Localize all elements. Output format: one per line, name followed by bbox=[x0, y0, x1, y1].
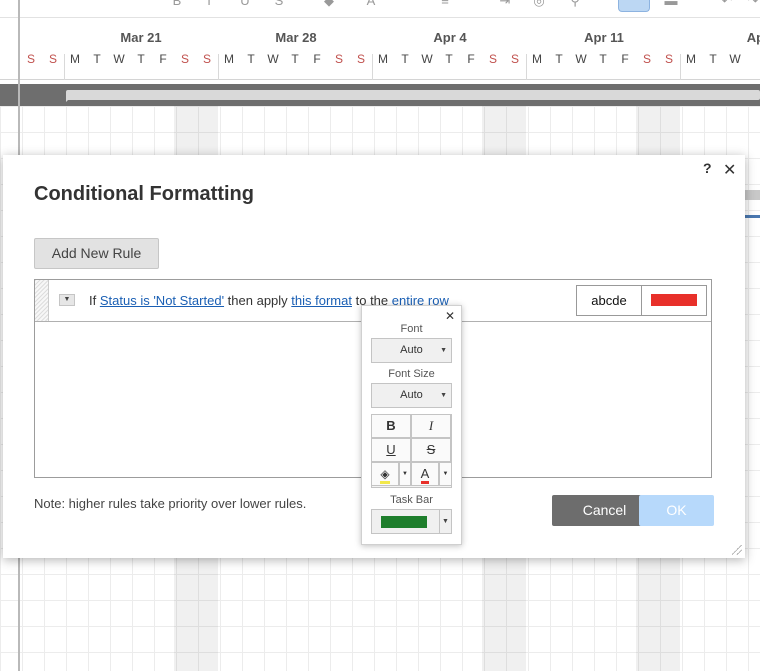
week-label: Mar 28 bbox=[275, 30, 317, 45]
format-preview: abcde bbox=[576, 285, 707, 316]
day-label: S bbox=[488, 52, 497, 66]
day-label: W bbox=[267, 52, 279, 66]
format-popup: ✕ Font Auto ▼ Font Size Auto ▼ B I U S ◈… bbox=[361, 305, 462, 545]
week-label: Apr 4 bbox=[433, 30, 467, 45]
rule-then-text: then apply bbox=[227, 293, 288, 308]
condition-link[interactable]: Status is 'Not Started' bbox=[100, 293, 224, 308]
day-label: S bbox=[334, 52, 343, 66]
gantt-timeline-header: Mar 21 Mar 28 Apr 4 Apr 11 Apr SSMTWTFSS… bbox=[0, 18, 760, 80]
day-label: M bbox=[70, 52, 80, 66]
marker-icon[interactable]: ▬ bbox=[662, 0, 680, 8]
day-label: F bbox=[621, 52, 629, 66]
day-label: W bbox=[421, 52, 433, 66]
day-label: T bbox=[291, 52, 299, 66]
font-select[interactable]: Auto ▼ bbox=[371, 338, 452, 363]
font-label: Font bbox=[400, 323, 423, 335]
day-label: S bbox=[180, 52, 189, 66]
dialog-title: Conditional Formatting bbox=[34, 183, 254, 205]
align-icon[interactable]: ≡ bbox=[436, 0, 454, 8]
strikethrough-icon[interactable]: S bbox=[270, 0, 288, 8]
summary-task-bar[interactable] bbox=[66, 90, 760, 102]
chevron-down-icon[interactable]: ▼ bbox=[439, 510, 451, 533]
underline-icon[interactable]: U bbox=[236, 0, 254, 8]
link-icon[interactable]: ⚲ bbox=[566, 0, 584, 8]
bold-icon[interactable]: B bbox=[168, 0, 186, 8]
ok-button[interactable]: OK bbox=[639, 495, 714, 526]
bold-button[interactable]: B bbox=[371, 414, 411, 438]
task-bar-color-select[interactable]: ▼ bbox=[371, 509, 452, 534]
day-label: S bbox=[664, 52, 673, 66]
day-label: M bbox=[686, 52, 696, 66]
task-bar-stub bbox=[744, 190, 760, 200]
day-label: S bbox=[48, 52, 57, 66]
text-color-icon[interactable]: A bbox=[362, 0, 380, 8]
paint-bucket-icon: ◈ bbox=[380, 467, 390, 484]
toolbar: B I U S ◆ A ≡ ⇥ ◎ ⚲ ▬ ↶ ↷ bbox=[0, 0, 760, 18]
fill-color-button[interactable]: ◈ bbox=[371, 462, 399, 486]
font-size-select[interactable]: Auto ▼ bbox=[371, 383, 452, 408]
priority-note: Note: higher rules take priority over lo… bbox=[34, 496, 307, 511]
font-value: Auto bbox=[400, 344, 423, 356]
highlight-icon[interactable]: ◎ bbox=[530, 0, 548, 8]
resize-handle-icon[interactable] bbox=[732, 545, 742, 555]
day-label: S bbox=[642, 52, 651, 66]
close-icon[interactable]: ✕ bbox=[445, 309, 455, 323]
day-label: M bbox=[378, 52, 388, 66]
day-label: M bbox=[532, 52, 542, 66]
rule-menu-dropdown[interactable]: ▼ bbox=[59, 294, 75, 306]
day-label: T bbox=[93, 52, 101, 66]
chevron-down-icon: ▼ bbox=[440, 347, 447, 354]
week-label: Apr 11 bbox=[584, 30, 624, 45]
font-size-label: Font Size bbox=[388, 368, 435, 380]
day-label: W bbox=[113, 52, 125, 66]
fill-color-dropdown[interactable]: ▼ bbox=[399, 462, 411, 486]
italic-button[interactable]: I bbox=[411, 414, 451, 438]
redo-icon[interactable]: ↷ bbox=[744, 0, 760, 8]
day-label: F bbox=[467, 52, 475, 66]
chevron-down-icon: ▼ bbox=[440, 392, 447, 399]
day-label: T bbox=[555, 52, 563, 66]
underline-button[interactable]: U bbox=[371, 438, 411, 462]
task-bar-stub bbox=[744, 215, 760, 218]
wrap-icon[interactable]: ⇥ bbox=[496, 0, 514, 8]
day-label: T bbox=[401, 52, 409, 66]
close-icon[interactable]: ✕ bbox=[723, 160, 736, 180]
text-color-button[interactable]: A bbox=[411, 462, 439, 486]
strikethrough-button[interactable]: S bbox=[411, 438, 451, 462]
gantt-view-button[interactable] bbox=[618, 0, 650, 12]
add-new-rule-button[interactable]: Add New Rule bbox=[34, 238, 159, 269]
day-label: T bbox=[599, 52, 607, 66]
week-label: Mar 21 bbox=[120, 30, 162, 45]
day-label: S bbox=[510, 52, 519, 66]
font-size-value: Auto bbox=[400, 389, 423, 401]
day-label: S bbox=[356, 52, 365, 66]
rule-if-text: If bbox=[89, 293, 97, 308]
day-label: S bbox=[202, 52, 211, 66]
day-label: T bbox=[709, 52, 717, 66]
day-label: T bbox=[137, 52, 145, 66]
fill-color-icon[interactable]: ◆ bbox=[320, 0, 338, 8]
day-label: W bbox=[729, 52, 741, 66]
preview-text: abcde bbox=[577, 286, 642, 315]
text-color-dropdown[interactable]: ▼ bbox=[439, 462, 452, 486]
help-icon[interactable]: ? bbox=[703, 160, 712, 176]
preview-task-bar bbox=[651, 294, 697, 306]
format-buttons: B I U S ◈ ▼ A ▼ bbox=[371, 414, 452, 488]
day-label: T bbox=[445, 52, 453, 66]
week-label: Apr bbox=[746, 30, 760, 45]
day-label: T bbox=[247, 52, 255, 66]
italic-icon[interactable]: I bbox=[200, 0, 218, 8]
day-label: W bbox=[575, 52, 587, 66]
drag-handle[interactable] bbox=[35, 280, 49, 321]
day-label: M bbox=[224, 52, 234, 66]
text-color-icon: A bbox=[420, 467, 430, 484]
undo-icon[interactable]: ↶ bbox=[718, 0, 736, 8]
task-bar-label: Task Bar bbox=[390, 494, 433, 506]
format-link[interactable]: this format bbox=[291, 293, 352, 308]
day-label: F bbox=[313, 52, 321, 66]
task-bar-color-swatch bbox=[381, 516, 427, 528]
day-label: F bbox=[159, 52, 167, 66]
day-label: S bbox=[26, 52, 35, 66]
